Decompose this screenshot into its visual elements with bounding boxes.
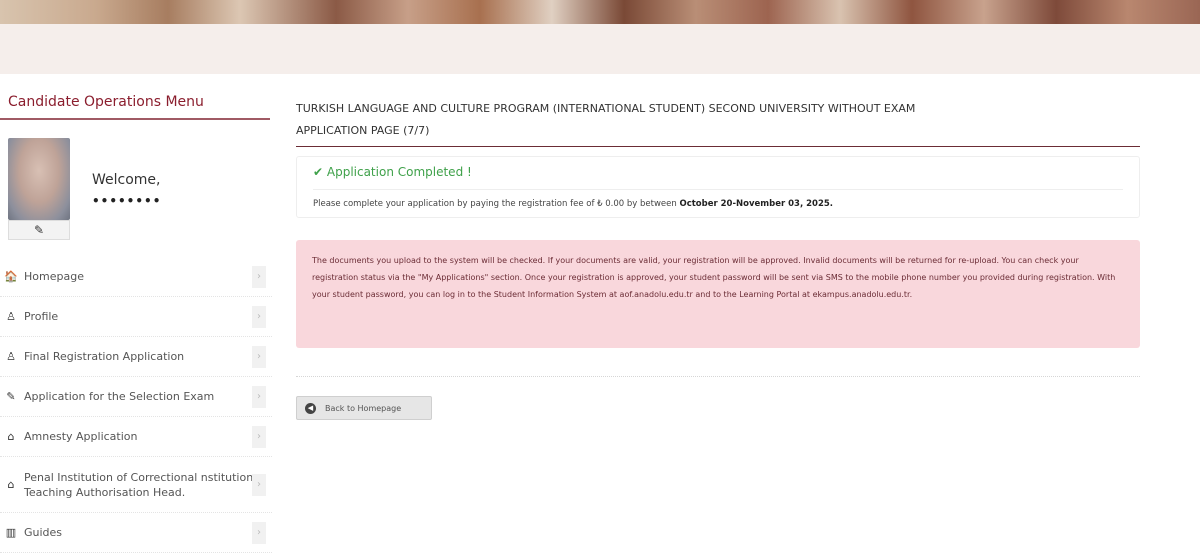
menu-title-divider <box>0 118 270 120</box>
user-edit-icon: ♙ <box>6 350 16 363</box>
pencil-icon: ✎ <box>33 223 45 237</box>
user-name: •••••••• <box>92 194 162 208</box>
home-icon: 🏠 <box>4 270 18 283</box>
chevron-right-icon: › <box>252 385 266 408</box>
page-title-line1: TURKISH LANGUAGE AND CULTURE PROGRAM (IN… <box>296 102 916 115</box>
sidebar-item-label: Amnesty Application <box>24 430 138 443</box>
chevron-right-icon: › <box>252 265 266 288</box>
back-to-homepage-button[interactable]: ◀ Back to Homepage <box>296 396 432 420</box>
back-button-label: Back to Homepage <box>325 403 402 413</box>
exam-icon: ✎ <box>6 390 16 403</box>
success-panel: ✔ Application Completed ! Please complet… <box>296 156 1140 218</box>
chevron-right-icon: › <box>252 521 266 544</box>
sidebar-item-penal-institution[interactable]: ⌂ Penal Institution of Correctional nsti… <box>0 457 272 513</box>
user-icon: ♙ <box>6 310 16 323</box>
sidebar-item-label: Penal Institution of Correctional nstitu… <box>24 470 254 499</box>
success-title: ✔ Application Completed ! <box>313 165 472 179</box>
welcome-text: Welcome, <box>92 172 161 188</box>
building-icon: ⌂ <box>7 478 15 491</box>
sidebar-item-label: Homepage <box>24 270 84 283</box>
avatar <box>8 138 70 220</box>
chevron-right-icon: › <box>252 425 266 448</box>
chevron-right-icon: › <box>252 345 266 368</box>
sidebar-nav: 🏠 Homepage › ♙ Profile › ♙ Final Registr… <box>0 257 272 553</box>
book-icon: ▥ <box>5 526 17 539</box>
sidebar-item-label: Profile <box>24 310 59 323</box>
chevron-right-icon: › <box>252 305 266 328</box>
institution-icon: ⌂ <box>7 430 15 443</box>
page-title-divider <box>296 146 1140 147</box>
chevron-right-icon: › <box>252 473 266 496</box>
sidebar-item-profile[interactable]: ♙ Profile › <box>0 297 272 337</box>
fee-text: Please complete your application by payi… <box>313 199 833 209</box>
sidebar-item-final-registration[interactable]: ♙ Final Registration Application › <box>0 337 272 377</box>
fee-text-body: Please complete your application by payi… <box>313 199 680 209</box>
edit-avatar-button[interactable]: ✎ <box>8 220 70 240</box>
sidebar-item-homepage[interactable]: 🏠 Homepage › <box>0 257 272 297</box>
header-subbar <box>0 24 1200 74</box>
sidebar-item-amnesty[interactable]: ⌂ Amnesty Application › <box>0 417 272 457</box>
sidebar-item-label: Guides <box>24 526 63 539</box>
arrow-left-circle-icon: ◀ <box>305 402 316 414</box>
sidebar-item-label: Application for the Selection Exam <box>24 390 215 403</box>
page-title: TURKISH LANGUAGE AND CULTURE PROGRAM (IN… <box>296 98 1140 142</box>
menu-title: Candidate Operations Menu <box>8 94 204 110</box>
sidebar-item-selection-exam[interactable]: ✎ Application for the Selection Exam › <box>0 377 272 417</box>
sidebar-item-guides[interactable]: ▥ Guides › <box>0 513 272 553</box>
header-banner <box>0 0 1200 24</box>
success-divider <box>313 189 1123 190</box>
page-title-line2: APPLICATION PAGE (7/7) <box>296 124 430 137</box>
sidebar-item-label: Final Registration Application <box>24 350 185 363</box>
sidebar: Candidate Operations Menu ✎ Welcome, •••… <box>0 74 272 553</box>
fee-dates: October 20-November 03, 2025. <box>679 199 834 209</box>
main-content: TURKISH LANGUAGE AND CULTURE PROGRAM (IN… <box>296 74 1140 552</box>
dotted-divider <box>296 376 1140 377</box>
info-alert: The documents you upload to the system w… <box>296 240 1140 348</box>
